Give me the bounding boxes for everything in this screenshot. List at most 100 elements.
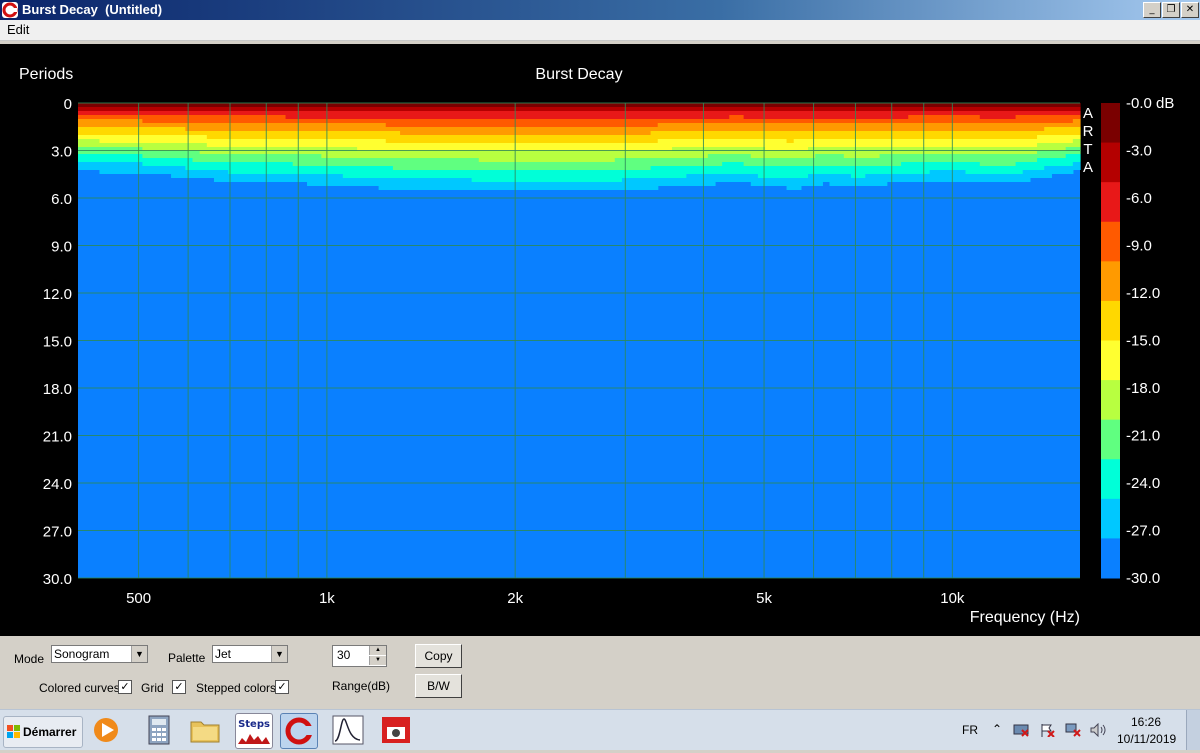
decay-cell [893, 174, 902, 182]
decay-cell [500, 170, 509, 182]
decay-cell [543, 135, 551, 143]
decay-cell [550, 119, 559, 127]
decay-cell [1008, 119, 1017, 123]
impedance-app-icon[interactable] [330, 713, 366, 747]
decay-cell [1058, 166, 1067, 174]
decay-cell [729, 162, 738, 174]
decay-cell [242, 107, 251, 111]
decay-cell [607, 170, 616, 182]
decay-cell [493, 151, 501, 162]
colored-curves-checkbox[interactable]: ✓ [118, 680, 132, 694]
palette-label: Palette [168, 651, 206, 665]
decay-cell [1001, 103, 1010, 107]
decay-cell [342, 123, 351, 131]
chevron-down-icon[interactable]: ▼ [271, 646, 287, 662]
clock-time[interactable]: 16:26 [1131, 715, 1161, 729]
room-eq-app-icon[interactable] [378, 713, 414, 747]
decay-cell [822, 139, 831, 147]
decay-cell [271, 131, 279, 139]
copy-button[interactable]: Copy [415, 644, 462, 668]
steps-app-icon[interactable]: Steps [235, 713, 273, 749]
decay-cell [435, 135, 444, 143]
chevron-down-icon[interactable]: ▼ [131, 646, 147, 662]
decay-cell [621, 170, 630, 178]
decay-cell [1051, 103, 1060, 107]
menu-edit[interactable]: Edit [7, 22, 29, 37]
folder-icon[interactable] [187, 713, 223, 747]
grid-checkbox[interactable]: ✓ [172, 680, 186, 694]
decay-cell [328, 103, 337, 107]
tray-chevron-icon[interactable]: ⌃ [992, 722, 1002, 736]
bw-button[interactable]: B/W [415, 674, 462, 698]
range-spinner[interactable]: 30 ▲ ▼ [332, 645, 387, 667]
decay-cell [407, 151, 415, 158]
decay-cell [772, 166, 780, 178]
decay-cell [435, 170, 444, 178]
decay-cell [679, 158, 687, 166]
media-player-icon[interactable] [88, 713, 124, 747]
decay-cell [614, 170, 623, 182]
minimize-button[interactable]: _ [1143, 2, 1161, 18]
decay-cell [264, 111, 272, 115]
decay-cell [335, 123, 344, 131]
network-icon[interactable] [1013, 723, 1029, 737]
language-indicator[interactable]: FR [962, 723, 978, 737]
decay-cell [478, 162, 487, 170]
spin-down-icon[interactable]: ▼ [369, 656, 386, 665]
clock-date[interactable]: 10/11/2019 [1117, 732, 1176, 746]
decay-cell [464, 103, 473, 107]
decay-cell [199, 103, 208, 107]
decay-cell [772, 123, 780, 131]
decay-cell [156, 103, 165, 107]
decay-cell [800, 111, 809, 119]
colorbar-segment [1101, 459, 1120, 500]
decay-cell [901, 139, 909, 147]
network-status-icon[interactable] [1065, 723, 1081, 737]
decay-cell [314, 103, 322, 107]
decay-cell [278, 162, 287, 174]
action-center-flag-icon[interactable] [1039, 723, 1055, 737]
decay-cell [600, 103, 609, 107]
palette-select[interactable]: Jet ▼ [212, 645, 288, 663]
arta-taskbar-icon[interactable] [280, 713, 318, 749]
decay-cell [321, 131, 330, 139]
decay-cell [335, 103, 344, 107]
decay-cell [686, 174, 695, 186]
decay-cell [908, 123, 916, 131]
volume-icon[interactable] [1090, 723, 1106, 737]
restore-button[interactable]: ❐ [1162, 2, 1180, 18]
decay-cell [378, 178, 387, 190]
decay-cell [378, 103, 387, 107]
decay-cell [471, 151, 480, 158]
decay-cell [120, 111, 129, 115]
decay-cell [1058, 111, 1067, 115]
window-title-bar[interactable]: Burst Decay (Untitled) _ ❐ ✕ [0, 0, 1200, 20]
close-button[interactable]: ✕ [1181, 2, 1199, 18]
stepped-colors-checkbox[interactable]: ✓ [275, 680, 289, 694]
decay-cell [163, 127, 172, 135]
decay-cell [729, 154, 738, 162]
decay-cell [328, 158, 337, 166]
start-button[interactable]: Démarrer [3, 716, 83, 748]
calculator-icon[interactable] [141, 713, 177, 747]
decay-cell [972, 123, 981, 131]
decay-cell [915, 111, 924, 115]
decay-cell [92, 115, 101, 119]
decay-cell [829, 103, 838, 107]
decay-cell [579, 162, 587, 170]
decay-cell [1065, 127, 1074, 135]
decay-cell [349, 166, 358, 178]
decay-cell [621, 111, 630, 119]
decay-cell [471, 107, 480, 111]
show-desktop-button[interactable] [1186, 710, 1200, 750]
decay-cell [843, 131, 852, 139]
decay-cell [228, 107, 237, 111]
decay-cell [729, 111, 738, 115]
spin-up-icon[interactable]: ▲ [369, 646, 386, 655]
decay-cell [392, 143, 401, 151]
mode-select[interactable]: Sonogram ▼ [51, 645, 148, 663]
decay-cell [872, 119, 881, 123]
decay-cell [464, 127, 473, 135]
decay-cell [457, 111, 466, 119]
decay-cell [106, 143, 115, 147]
